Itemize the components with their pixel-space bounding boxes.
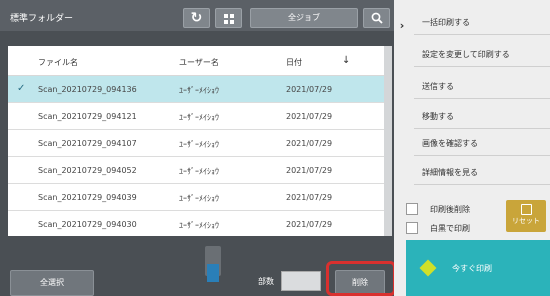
column-header-filename[interactable]: ファイル名 [38,57,78,68]
highlight-frame [326,261,396,296]
row-filename: Scan_20210729_094039 [38,193,137,202]
table-row[interactable]: Scan_20210729_094107 ﾕｰｻﾞｰﾒｲｼｮｳ 2021/07/… [8,130,392,157]
checkbox-label: 印刷後削除 [430,205,470,214]
table-scrollbar[interactable] [384,46,392,236]
reset-label: リセット [512,217,540,225]
row-filename: Scan_20210729_094136 [38,85,137,94]
row-user: ﾕｰｻﾞｰﾒｲｼｮｳ [179,221,219,230]
grid-view-button[interactable] [215,8,242,28]
row-date: 2021/07/29 [286,166,333,175]
row-filename: Scan_20210729_094030 [38,220,137,229]
print-now-button[interactable]: 今すぐ印刷 [406,240,550,296]
all-jobs-button[interactable]: 全ジョブ [250,8,358,28]
file-table: ファイル名 ユーザー名 日付 ↓ ✓ Scan_20210729_094136 … [8,46,392,238]
menu-send[interactable]: 送信する [414,74,550,99]
row-filename: Scan_20210729_094052 [38,166,137,175]
row-date: 2021/07/29 [286,139,333,148]
checkbox[interactable] [406,203,418,215]
print-now-label: 今すぐ印刷 [452,264,492,273]
row-date: 2021/07/29 [286,193,333,202]
table-row[interactable]: Scan_20210729_094030 ﾕｰｻﾞｰﾒｲｼｮｳ 2021/07/… [8,211,392,238]
column-header-user[interactable]: ユーザー名 [179,57,219,68]
checkbox[interactable] [406,222,418,234]
row-date: 2021/07/29 [286,112,333,121]
check-icon: ✓ [17,83,26,94]
start-icon [419,259,437,277]
copies-label: 部数 [258,277,274,286]
refresh-icon: ↻ [190,10,203,26]
table-row[interactable]: ✓ Scan_20210729_094136 ﾕｰｻﾞｰﾒｲｼｮｳ 2021/0… [8,76,392,103]
refresh-button[interactable]: ↻ [183,8,210,28]
menu-batch-print[interactable]: 一括印刷する [414,10,550,35]
checkbox-label: 白黒で印刷 [430,224,470,233]
row-user: ﾕｰｻﾞｰﾒｲｼｮｳ [179,140,219,149]
menu-details[interactable]: 詳細情報を見る [414,160,550,185]
row-filename: Scan_20210729_094121 [38,112,137,121]
row-user: ﾕｰｻﾞｰﾒｲｼｮｳ [179,86,219,95]
row-user: ﾕｰｻﾞｰﾒｲｼｮｳ [179,194,219,203]
table-header: ファイル名 ユーザー名 日付 ↓ [8,46,392,76]
folder-label: 標準フォルダー [10,14,74,24]
table-row[interactable]: Scan_20210729_094052 ﾕｰｻﾞｰﾒｲｼｮｳ 2021/07/… [8,157,392,184]
sort-down-icon[interactable]: ↓ [342,55,350,66]
row-date: 2021/07/29 [286,85,333,94]
menu-move[interactable]: 移動する [414,104,550,129]
select-all-button[interactable]: 全選択 [10,270,94,296]
row-date: 2021/07/29 [286,220,333,229]
reset-icon [520,204,532,215]
row-user: ﾕｰｻﾞｰﾒｲｼｮｳ [179,113,219,122]
reset-button[interactable]: リセット [506,200,546,232]
chevron-right-icon[interactable]: › [394,14,410,38]
menu-print-with-settings[interactable]: 設定を変更して印刷する [414,42,550,67]
row-filename: Scan_20210729_094107 [38,139,137,148]
search-icon [371,12,383,24]
search-button[interactable] [363,8,390,28]
table-row[interactable]: Scan_20210729_094121 ﾕｰｻﾞｰﾒｲｼｮｳ 2021/07/… [8,103,392,130]
toner-icon [205,246,221,290]
copies-field[interactable] [281,271,321,291]
row-user: ﾕｰｻﾞｰﾒｲｼｮｳ [179,167,219,176]
column-header-date[interactable]: 日付 [286,57,302,68]
table-row[interactable]: Scan_20210729_094039 ﾕｰｻﾞｰﾒｲｼｮｳ 2021/07/… [8,184,392,211]
menu-check-image[interactable]: 画像を確認する [414,131,550,156]
